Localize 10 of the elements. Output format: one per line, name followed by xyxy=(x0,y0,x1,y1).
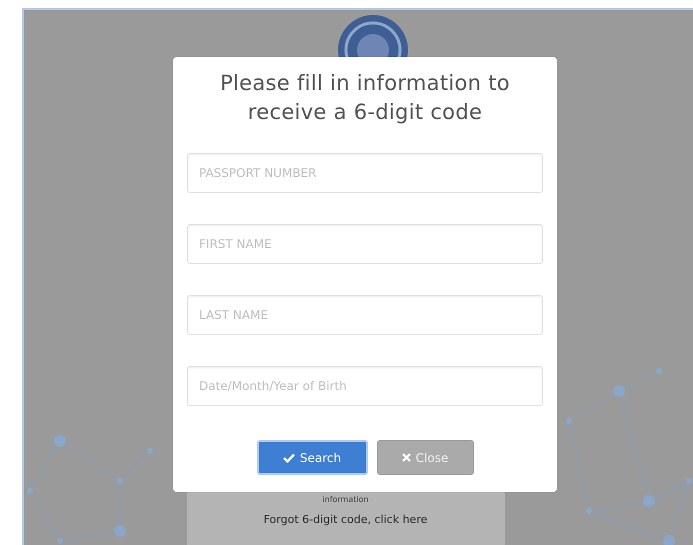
input-field[interactable]: PASSPORT NUMBER xyxy=(187,153,543,193)
input-field[interactable]: LAST NAME xyxy=(187,295,543,335)
input-field[interactable]: FIRST NAME xyxy=(187,224,543,264)
close-icon xyxy=(402,453,411,462)
check-icon xyxy=(282,452,295,462)
input-field[interactable]: Date/Month/Year of Birth xyxy=(187,366,543,406)
search-button[interactable]: Search xyxy=(256,440,368,475)
card-caption: information xyxy=(322,495,369,504)
forgot-code-link[interactable]: Forgot 6-digit code, click here xyxy=(264,513,428,526)
modal-title: Please fill in information to receive a 6-digit code xyxy=(219,70,511,126)
